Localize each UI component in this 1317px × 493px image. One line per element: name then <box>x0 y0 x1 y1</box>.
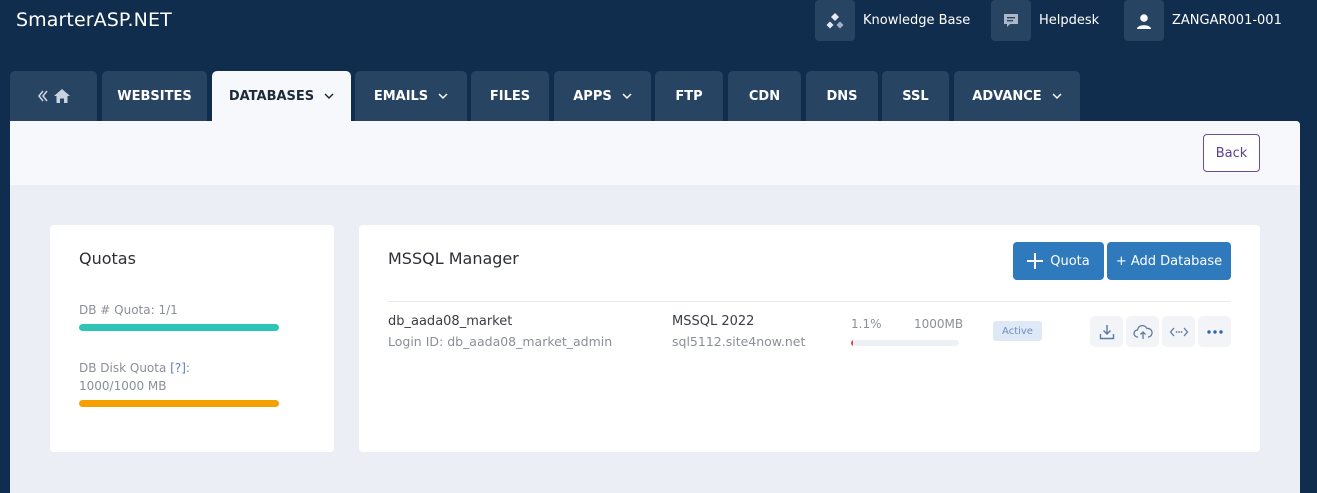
db-quota-label: DB # Quota: 1/1 <box>79 303 178 317</box>
disk-quota-help-link[interactable]: [?] <box>170 361 186 375</box>
knowledge-base-label: Knowledge Base <box>863 13 971 28</box>
backup-button[interactable] <box>1090 316 1123 347</box>
tab-label: EMAILS <box>373 88 429 104</box>
chevron-down-icon <box>622 92 632 100</box>
usage-progress-fill <box>851 340 854 346</box>
back-button[interactable]: Back <box>1203 134 1260 172</box>
account-menu[interactable]: ZANGAR001-001 <box>1124 0 1282 41</box>
chevron-down-icon <box>1052 92 1062 100</box>
chevron-down-icon <box>438 92 448 100</box>
tab-databases[interactable]: DATABASES <box>212 71 351 121</box>
knowledge-base-link[interactable]: Knowledge Base <box>815 0 970 41</box>
manager-title: MSSQL Manager <box>388 249 519 268</box>
tab-label: DNS <box>826 88 858 104</box>
content-area: Back Quotas DB # Quota: 1/1 DB Disk Quot… <box>10 121 1300 493</box>
tab-label: FILES <box>489 88 531 104</box>
restore-button[interactable] <box>1126 316 1159 347</box>
tab-emails[interactable]: EMAILS <box>355 71 467 121</box>
disk-quota-label: DB Disk Quota <box>79 361 167 375</box>
download-icon <box>1098 323 1116 341</box>
tab-cdn[interactable]: CDN <box>728 71 801 121</box>
tab-dns[interactable]: DNS <box>806 71 878 121</box>
action-bar: Back <box>10 121 1300 185</box>
account-label: ZANGAR001-001 <box>1172 13 1282 28</box>
usage-progress-bar <box>851 340 959 346</box>
connection-string-button[interactable] <box>1162 316 1195 347</box>
tab-ftp[interactable]: FTP <box>655 71 723 121</box>
database-name[interactable]: db_aada08_market <box>388 314 512 329</box>
chat-icon <box>991 0 1031 41</box>
tab-websites[interactable]: WEBSITES <box>102 71 207 121</box>
quota-button[interactable]: Quota <box>1013 242 1104 280</box>
quotas-card: Quotas DB # Quota: 1/1 DB Disk Quota [?]… <box>50 225 334 452</box>
disk-quota-suffix: : <box>185 361 190 375</box>
cloud-upload-icon <box>1132 323 1153 341</box>
double-chevron-left-icon <box>37 90 49 102</box>
usage-total: 1000MB <box>914 317 964 331</box>
tab-label: FTP <box>675 88 703 104</box>
tab-apps[interactable]: APPS <box>554 71 651 121</box>
db-quota-progress-bar <box>79 324 279 331</box>
tab-label: ADVANCE <box>972 88 1042 104</box>
more-options-button[interactable] <box>1198 316 1231 347</box>
tab-label: APPS <box>573 88 612 104</box>
disk-quota-progress-bar <box>79 400 279 407</box>
home-icon <box>53 88 71 104</box>
chevron-down-icon <box>324 92 334 100</box>
quotas-title: Quotas <box>79 249 136 268</box>
quota-button-label: Quota <box>1050 253 1090 269</box>
plus-icon <box>1027 253 1044 269</box>
helpdesk-label: Helpdesk <box>1039 13 1100 28</box>
more-horizontal-icon <box>1206 329 1223 334</box>
disk-quota-label-group: DB Disk Quota [?]: 1000/1000 MB <box>79 359 190 395</box>
tab-label: DATABASES <box>228 88 315 104</box>
status-badge: Active <box>993 321 1042 341</box>
database-version: MSSQL 2022 <box>672 314 755 329</box>
add-database-button[interactable]: + Add Database <box>1107 242 1231 280</box>
knowledge-base-icon <box>815 0 855 41</box>
database-server: sql5112.site4now.net <box>672 334 806 349</box>
usage-percent: 1.1% <box>851 317 882 331</box>
brand-logo-text[interactable]: SmarterASP.NET <box>16 9 172 31</box>
tab-home[interactable] <box>10 71 97 121</box>
user-icon <box>1124 0 1164 41</box>
tab-files[interactable]: FILES <box>471 71 549 121</box>
tab-ssl[interactable]: SSL <box>882 71 949 121</box>
tab-advance[interactable]: ADVANCE <box>954 71 1080 121</box>
disk-quota-value: 1000/1000 MB <box>79 379 167 393</box>
tab-label: CDN <box>748 88 781 104</box>
helpdesk-link[interactable]: Helpdesk <box>991 0 1099 41</box>
login-id: Login ID: db_aada08_market_admin <box>388 334 613 349</box>
tab-label: WEBSITES <box>117 88 192 104</box>
code-icon <box>1169 325 1189 339</box>
tab-label: SSL <box>902 88 929 104</box>
row-divider <box>388 301 1231 302</box>
mssql-manager-card: MSSQL Manager Quota + Add Database db_aa… <box>359 225 1260 452</box>
